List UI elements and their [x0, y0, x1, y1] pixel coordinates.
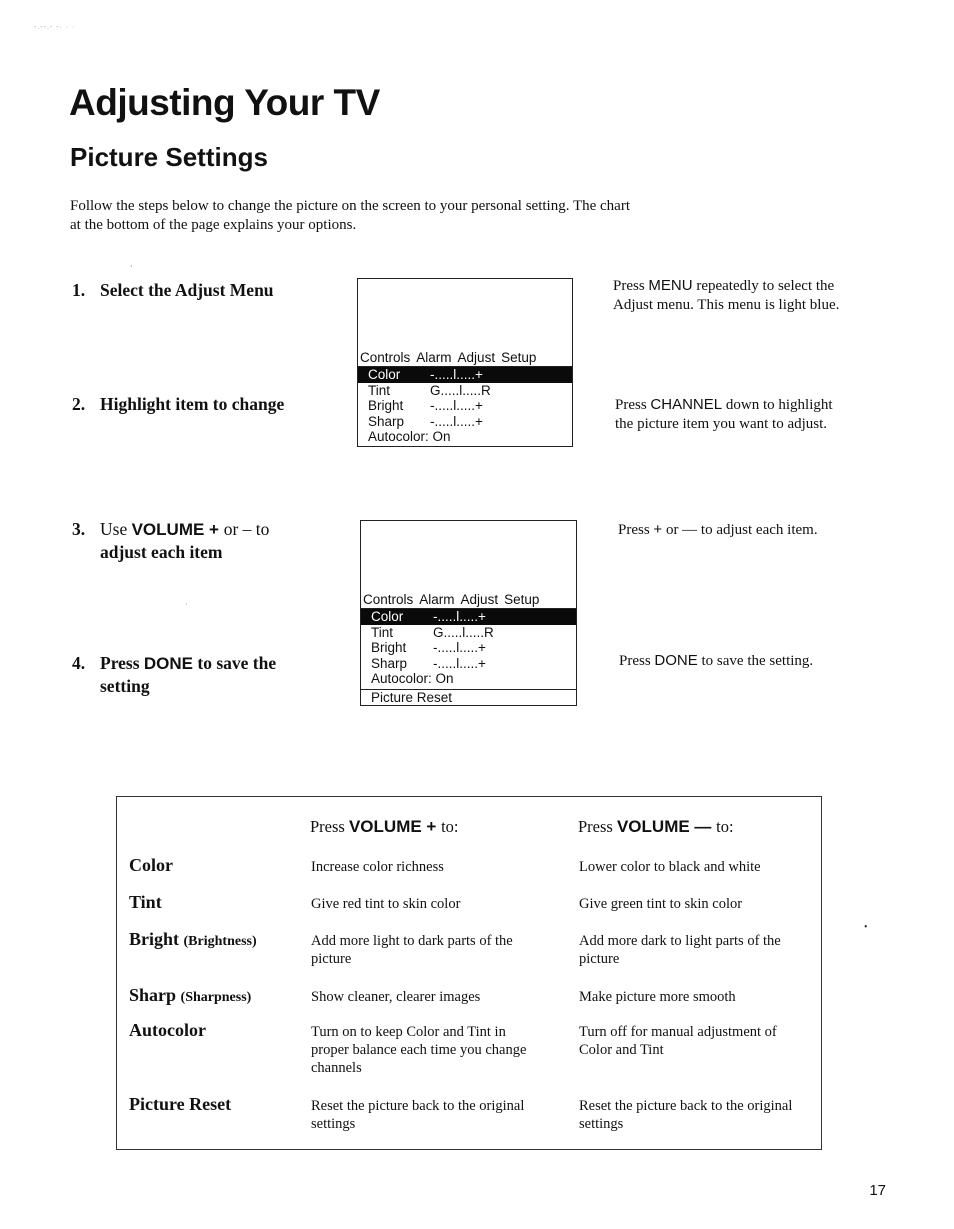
tv-menu-screen-adjust: Controls Alarm Adjust Setup Color -.....l… — [357, 278, 573, 447]
tv-menu-item-tint: Tint G.....l.....R — [371, 624, 494, 640]
option-plus-effect: Add more light to dark parts of the pict… — [311, 933, 513, 967]
key-name: DONE — [654, 652, 698, 669]
section-title: Picture Settings — [70, 142, 268, 172]
options-table: Press VOLUME + to: Press VOLUME — to: Co… — [116, 796, 822, 1150]
tv-menu-item-tint: Tint G.....l.....R — [368, 382, 491, 398]
step-3: 3. Use VOLUME + or – to adjust each item — [72, 519, 270, 562]
tv-menu-item-autocolor: Autocolor: On — [371, 671, 454, 686]
level-indicator: -.....l.....+ — [430, 413, 483, 429]
tv-menu-tab-controls: Controls — [360, 350, 411, 365]
option-name: Bright (Brightness) — [129, 929, 257, 949]
tv-menu-item-picture-reset: Picture Reset — [361, 688, 576, 706]
option-plus-effect: Give red tint to skin color — [311, 896, 461, 912]
tv-menu-item-autocolor: Autocolor: On — [368, 429, 451, 444]
key-name: DONE — [143, 654, 194, 673]
option-name: Sharp (Sharpness) — [129, 985, 252, 1005]
page-title: Adjusting Your TV — [69, 82, 380, 123]
step-3-description: Press + or — to adjust each item. — [618, 521, 818, 538]
option-name: Color — [129, 855, 173, 875]
tv-menu-item-bright: Bright -.....l.....+ — [368, 398, 483, 413]
tv-menu: Controls Alarm Adjust Setup Color -.....l… — [361, 592, 576, 705]
level-indicator: -.....l.....+ — [433, 640, 486, 655]
option-minus-effect: Add more dark to light parts of the pict… — [579, 933, 781, 967]
tv-menu-item-sharp: Sharp -.....l.....+ — [371, 655, 486, 671]
level-indicator: -.....l.....+ — [433, 655, 486, 671]
step-number: 4. — [72, 653, 86, 673]
step-number: 2. — [72, 394, 86, 414]
option-minus-effect: Reset the picture back to the original s… — [579, 1098, 793, 1132]
page-number: 17 — [869, 1182, 886, 1199]
scan-speck: • — [864, 922, 868, 933]
option-plus-effect: Turn on to keep Color and Tint in proper… — [311, 1024, 527, 1076]
tv-menu-tab-adjust: Adjust — [460, 592, 499, 607]
tv-menu-tab-alarm: Alarm — [419, 592, 455, 607]
level-indicator: -.....l.....+ — [430, 398, 483, 413]
step-number: 1. — [72, 280, 86, 300]
tv-menu-tab-adjust: Adjust — [457, 350, 496, 365]
level-indicator: -.....l.....+ — [433, 609, 486, 624]
key-name: VOLUME + — [131, 520, 224, 539]
step-number: 3. — [72, 519, 86, 539]
step-text: Select the Adjust Menu — [100, 280, 274, 300]
option-minus-effect: Lower color to black and white — [579, 859, 761, 875]
tv-menu-screen-adjust-with-reset: Controls Alarm Adjust Setup Color -.....l… — [360, 520, 577, 706]
step-4: 4. Press DONE to save the setting — [72, 653, 277, 696]
step-2-description: Press CHANNEL down to highlight the pict… — [615, 396, 833, 432]
tv-menu-items: Color -.....l.....+ Tint G.....l.....R Bri… — [361, 608, 576, 705]
option-name: Autocolor — [129, 1020, 206, 1040]
tv-menu-tab-setup: Setup — [501, 350, 537, 365]
option-name: Tint — [129, 892, 162, 912]
key-name: CHANNEL — [650, 396, 723, 413]
tv-menu-tab-controls: Controls — [363, 592, 414, 607]
option-minus-effect: Give green tint to skin color — [579, 896, 743, 912]
option-name: Picture Reset — [129, 1094, 232, 1114]
key-name: MENU — [648, 277, 693, 294]
tv-menu: Controls Alarm Adjust Setup Color -.....l… — [358, 350, 572, 445]
tv-menu-bar: Controls Alarm Adjust Setup — [361, 592, 576, 608]
key-name: + — [653, 521, 663, 538]
intro-paragraph: Follow the steps below to change the pic… — [70, 198, 630, 233]
tv-menu-bar: Controls Alarm Adjust Setup — [358, 350, 572, 366]
option-plus-effect: Reset the picture back to the original s… — [311, 1098, 525, 1132]
step-2: 2. Highlight item to change — [72, 393, 284, 416]
step-4-description: Press DONE to save the setting. — [619, 652, 814, 669]
scan-speck: · — [185, 600, 188, 609]
option-minus-effect: Turn off for manual adjustment of Color … — [579, 1024, 777, 1058]
scan-artifact: -.--.- -· · · — [34, 24, 76, 31]
level-indicator: G.....l.....R — [430, 382, 491, 398]
column-header-volume-plus: Press VOLUME + to: — [310, 817, 459, 836]
step-1-description: Press MENU repeatedly to select the Adju… — [613, 277, 840, 313]
tv-menu-items: Color -.....l.....+ Tint G.....l.....R Bri… — [358, 366, 572, 445]
scan-speck: · — [130, 262, 133, 271]
tv-menu-tab-alarm: Alarm — [416, 350, 452, 365]
option-plus-effect: Show cleaner, clearer images — [311, 989, 481, 1005]
option-plus-effect: Increase color richness — [311, 859, 444, 875]
step-1: 1. Select the Adjust Menu — [72, 279, 274, 302]
tv-menu-item-color: Color -.....l.....+ — [358, 367, 572, 383]
level-indicator: -.....l.....+ — [430, 367, 483, 382]
tv-menu-item-sharp: Sharp -.....l.....+ — [368, 413, 483, 429]
step-text: Highlight item to change — [100, 394, 285, 414]
column-header-volume-minus: Press VOLUME — to: — [578, 817, 734, 836]
option-minus-effect: Make picture more smooth — [579, 989, 736, 1005]
tv-menu-tab-setup: Setup — [504, 592, 540, 607]
tv-menu-item-bright: Bright -.....l.....+ — [371, 640, 486, 655]
level-indicator: G.....l.....R — [433, 624, 494, 640]
tv-menu-item-color: Color -.....l.....+ — [361, 609, 576, 625]
